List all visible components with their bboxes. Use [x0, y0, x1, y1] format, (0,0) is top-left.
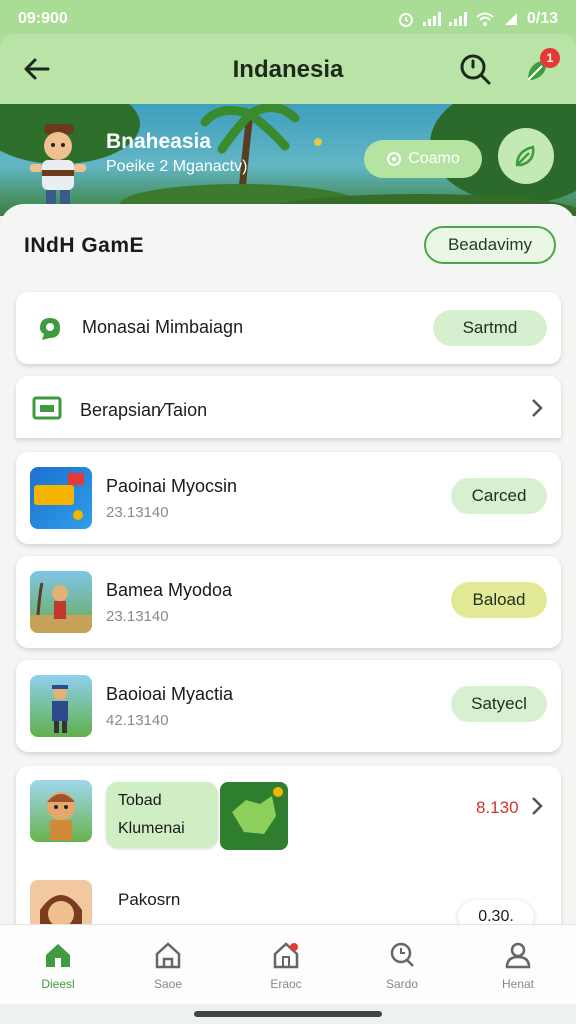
- home-icon: [46, 944, 70, 967]
- nav-item-notifications[interactable]: Eraoc: [246, 939, 326, 991]
- game-meta: 23.13140: [106, 608, 169, 625]
- game-meta: 23.13140: [106, 504, 169, 521]
- feature-tag-line1: Tobad: [118, 792, 162, 809]
- home-indicator[interactable]: [194, 1011, 382, 1017]
- top-bar: 09:900 0/13 Indanesia 1: [0, 0, 576, 104]
- game-art-image: [30, 582, 92, 633]
- category-row[interactable]: Berapsian⁄Taion: [16, 376, 561, 438]
- game-name: Bamea Myodoa: [106, 580, 233, 600]
- game-row[interactable]: Bamea Myodoa 23.13140 Baload: [16, 556, 561, 648]
- hero-subtitle: Poeike 2 Mganactv): [106, 158, 248, 175]
- nav-item-store[interactable]: Saoe: [128, 939, 208, 991]
- game-row[interactable]: Baoioai Myactia 42.13140 Satyecl: [16, 660, 561, 752]
- nav-label: Eraoc: [270, 977, 302, 991]
- chevron-right-icon: [532, 797, 543, 815]
- game-name: Baoioai Myactia: [106, 684, 234, 704]
- notification-button[interactable]: 1: [520, 48, 560, 88]
- game-action-button[interactable]: Carced: [451, 478, 547, 514]
- profile-icon: [505, 942, 531, 969]
- nav-label: Dieesl: [41, 977, 75, 991]
- main-content: INdH GamE Beadavimy Monasai Mimbaiagn Sa…: [0, 204, 576, 946]
- feature-tag: Tobad Klumenai: [106, 782, 218, 848]
- promo-card-button[interactable]: Sartmd: [433, 310, 547, 346]
- promo-card-label: Monasai Mimbaiagn: [82, 317, 244, 337]
- search-icon: [390, 942, 414, 967]
- chat-bubble-icon: [40, 318, 60, 340]
- game-action-button[interactable]: Satyecl: [451, 686, 547, 722]
- map-icon: [232, 787, 283, 834]
- wifi-icon: [476, 12, 494, 26]
- feature-thumbnail: [30, 780, 92, 842]
- nav-item-profile[interactable]: Henat: [478, 939, 558, 991]
- nav-label: Sardo: [385, 977, 419, 991]
- nav-label: Henat: [501, 977, 535, 991]
- nav-label: Saoe: [153, 977, 183, 991]
- game-thumbnail: [30, 571, 92, 633]
- game-art-image: [34, 473, 84, 520]
- search-icon[interactable]: [456, 50, 494, 88]
- partial-name: Pakosrn: [118, 890, 181, 909]
- app-header: Indanesia 1: [0, 34, 576, 104]
- nav-item-home[interactable]: Dieesl: [18, 939, 98, 991]
- feature-tag-line2: Klumenai: [118, 820, 185, 837]
- status-right-text: 0/13: [526, 10, 558, 27]
- game-thumbnail: [30, 675, 92, 737]
- game-art-image: [52, 685, 68, 733]
- game-meta: 42.13140: [106, 712, 169, 729]
- hero-action-button[interactable]: Coamo: [364, 140, 482, 178]
- status-icons: 0/13: [397, 10, 558, 28]
- feature-card[interactable]: Tobad Klumenai 8.130 Pakosrn 0.30.: [16, 766, 561, 946]
- store-icon: [155, 942, 181, 969]
- leaf-icon: [515, 145, 535, 167]
- feature-price: 8.130: [476, 798, 519, 817]
- nav-item-search[interactable]: Sardo: [362, 939, 442, 991]
- status-bar: 09:900 0/13: [18, 8, 558, 30]
- folder-icon: [32, 396, 62, 420]
- game-action-button[interactable]: Baload: [451, 582, 547, 618]
- alarm-icon: [398, 13, 413, 27]
- app-screen: 09:900 0/13 Indanesia 1 Bnaheasia Poeike…: [0, 0, 576, 1024]
- game-thumbnail: [30, 467, 92, 529]
- notification-icon: [273, 942, 299, 969]
- notification-badge: 1: [540, 48, 560, 68]
- status-time: 09:900: [18, 10, 68, 27]
- hero-title: Bnaheasia: [106, 130, 212, 153]
- section-title: INdH GamE: [24, 234, 145, 257]
- chevron-right-icon: [532, 399, 543, 417]
- signal-icon-2: [448, 12, 467, 26]
- category-label: Berapsian⁄Taion: [80, 400, 208, 420]
- hero-action-label: Coamo: [408, 150, 460, 167]
- signal-icon: [422, 12, 441, 26]
- refresh-icon: [387, 152, 402, 166]
- game-name: Paoinai Myocsin: [106, 476, 238, 496]
- section-action-button[interactable]: Beadavimy: [424, 226, 556, 264]
- promo-card[interactable]: Monasai Mimbaiagn Sartmd: [16, 292, 561, 364]
- map-tile[interactable]: [220, 782, 288, 850]
- bottom-navigation: Dieesl Saoe Eraoc Sardo Henat: [0, 924, 576, 1004]
- hero-leaf-button[interactable]: [498, 128, 554, 184]
- character-art-image: [47, 792, 75, 840]
- game-row[interactable]: Paoinai Myocsin 23.13140 Carced: [16, 452, 561, 544]
- battery-icon: [504, 13, 517, 25]
- hero-banner: Bnaheasia Poeike 2 Mganactv) Coamo: [0, 104, 576, 216]
- hero-character-image: [30, 124, 86, 210]
